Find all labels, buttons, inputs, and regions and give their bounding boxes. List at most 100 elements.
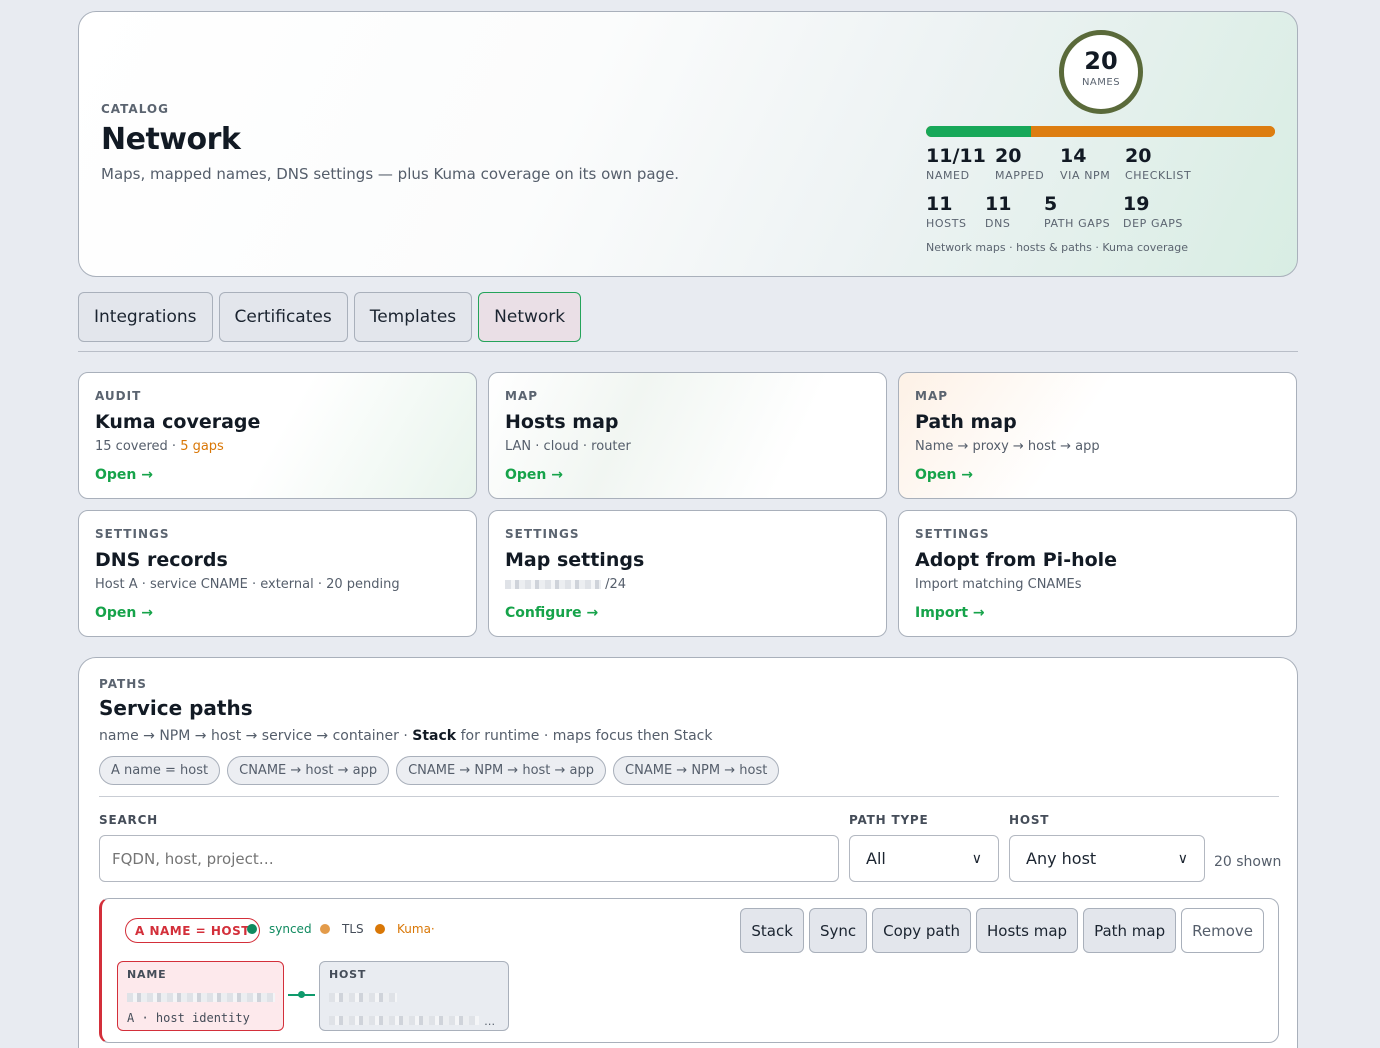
host-filter-label: HOST	[1009, 813, 1050, 827]
chip-a-name-host[interactable]: A name = host	[99, 756, 221, 785]
redacted-address: …	[329, 1010, 499, 1029]
filters-divider	[99, 796, 1279, 797]
node-label: NAME	[127, 968, 167, 981]
host-select[interactable]: Any host ∨	[1009, 835, 1205, 882]
card-title: Path map	[915, 411, 1017, 433]
stat-via-npm: 14 VIA NPM	[1060, 145, 1110, 182]
progress-orange-segment	[1030, 126, 1275, 137]
page-subtitle: Maps, mapped names, DNS settings — plus …	[101, 165, 680, 183]
remove-button[interactable]: Remove	[1181, 908, 1264, 953]
paths-desc-bold: Stack	[412, 728, 457, 744]
redacted-fqdn	[127, 987, 275, 1006]
card-open-link[interactable]: Open →	[915, 467, 973, 483]
paths-desc-pre: name → NPM → host → service → container …	[99, 728, 413, 744]
names-count-ring: 20 NAMES	[1059, 30, 1143, 114]
catalog-header: CATALOG Network Maps, mapped names, DNS …	[78, 11, 1298, 277]
path-row: A NAME = HOST synced TLS Kuma· Stack Syn…	[99, 898, 1279, 1043]
path-type-select[interactable]: All ∨	[849, 835, 999, 882]
header-footer-links: Network maps · hosts & paths · Kuma cove…	[926, 241, 1189, 254]
redacted-text	[329, 993, 397, 1002]
tabs-divider	[78, 351, 1298, 352]
search-label: SEARCH	[99, 813, 159, 827]
card-map-settings[interactable]: SETTINGS Map settings /24 Configure →	[488, 510, 887, 637]
status-label: synced	[269, 922, 312, 936]
stat-label: PATH GAPS	[1044, 217, 1111, 230]
stat-hosts: 11 HOSTS	[926, 193, 967, 230]
stat-label: DNS	[985, 217, 1011, 230]
card-title: DNS records	[95, 549, 228, 571]
stat-checklist: 20 CHECKLIST	[1125, 145, 1191, 182]
search-input[interactable]	[99, 835, 839, 882]
gaps-count-text: 5 gaps	[180, 439, 224, 454]
name-meta: A · host identity	[127, 1011, 250, 1025]
tab-integrations[interactable]: Integrations	[78, 292, 213, 342]
card-eyebrow: MAP	[915, 389, 949, 403]
card-description: 15 covered · 5 gaps	[95, 439, 224, 454]
chip-cname-npm-host[interactable]: CNAME → NPM → host	[613, 756, 780, 785]
redacted-hostname	[329, 987, 499, 1006]
stat-value: 20	[995, 145, 1022, 167]
chip-cname-host-app[interactable]: CNAME → host → app	[227, 756, 390, 785]
chevron-down-icon: ∨	[971, 850, 982, 867]
name-node[interactable]: NAME A · host identity	[117, 961, 284, 1031]
stat-dep-gaps: 19 DEP GAPS	[1123, 193, 1183, 230]
tab-network[interactable]: Network	[478, 292, 582, 342]
card-title: Adopt from Pi-hole	[915, 549, 1118, 571]
stat-label: NAMED	[926, 169, 970, 182]
row-actions: Stack Sync Copy path Hosts map Path map …	[740, 908, 1264, 953]
connector-line	[288, 991, 315, 998]
names-count-label: NAMES	[1081, 77, 1121, 88]
header-eyebrow: CATALOG	[101, 102, 169, 116]
card-open-link[interactable]: Open →	[95, 467, 153, 483]
card-eyebrow: SETTINGS	[915, 527, 990, 541]
chevron-down-icon: ∨	[1177, 850, 1188, 867]
tab-certificates[interactable]: Certificates	[218, 292, 348, 342]
stat-mapped: 20 MAPPED	[995, 145, 1044, 182]
redacted-text	[329, 1016, 479, 1025]
path-type-value: All	[866, 849, 886, 868]
chip-cname-npm-host-app[interactable]: CNAME → NPM → host → app	[396, 756, 607, 785]
card-open-link[interactable]: Open →	[505, 467, 563, 483]
synced-dot-icon	[247, 924, 257, 934]
card-eyebrow: AUDIT	[95, 389, 142, 403]
stat-value: 11/11	[926, 145, 986, 167]
stat-dns: 11 DNS	[985, 193, 1011, 230]
stat-value: 11	[926, 193, 953, 215]
stat-label: MAPPED	[995, 169, 1045, 182]
ellipsis: …	[484, 1015, 496, 1028]
coverage-progress-bar	[926, 126, 1275, 137]
service-paths-panel: PATHS Service paths name → NPM → host → …	[78, 657, 1298, 1048]
names-count-value: 20	[1084, 47, 1118, 75]
paths-eyebrow: PATHS	[99, 677, 147, 691]
stat-label: CHECKLIST	[1125, 169, 1192, 182]
copy-path-button[interactable]: Copy path	[872, 908, 972, 953]
tab-templates[interactable]: Templates	[353, 292, 473, 342]
sync-button[interactable]: Sync	[808, 908, 868, 953]
catalog-tabs: Integrations Certificates Templates Netw…	[78, 292, 582, 342]
stack-button[interactable]: Stack	[740, 908, 804, 953]
card-configure-link[interactable]: Configure →	[505, 605, 598, 621]
card-adopt-pihole[interactable]: SETTINGS Adopt from Pi-hole Import match…	[898, 510, 1297, 637]
card-open-link[interactable]: Open →	[95, 605, 153, 621]
card-description: Name → proxy → host → app	[915, 439, 1100, 454]
results-count: 20 shown	[1214, 854, 1282, 870]
path-map-button[interactable]: Path map	[1083, 908, 1177, 953]
card-import-link[interactable]: Import →	[915, 605, 985, 621]
node-label: HOST	[329, 968, 367, 981]
status-label: TLS	[342, 922, 364, 936]
card-description: Host A · service CNAME · external · 20 p…	[95, 577, 400, 592]
card-path-map[interactable]: MAP Path map Name → proxy → host → app O…	[898, 372, 1297, 499]
kuma-dot-icon	[375, 924, 385, 934]
card-kuma-coverage[interactable]: AUDIT Kuma coverage 15 covered · 5 gaps …	[78, 372, 477, 499]
hosts-map-button[interactable]: Hosts map	[976, 908, 1079, 953]
card-hosts-map[interactable]: MAP Hosts map LAN · cloud · router Open …	[488, 372, 887, 499]
card-dns-records[interactable]: SETTINGS DNS records Host A · service CN…	[78, 510, 477, 637]
tls-dot-icon	[320, 924, 330, 934]
card-description: Import matching CNAMEs	[915, 577, 1082, 592]
host-node[interactable]: HOST …	[319, 961, 509, 1031]
path-type-chips: A name = host CNAME → host → app CNAME →…	[99, 756, 780, 785]
stat-value: 5	[1044, 193, 1058, 215]
card-eyebrow: MAP	[505, 389, 539, 403]
subnet-suffix: /24	[605, 577, 627, 592]
card-title: Hosts map	[505, 411, 619, 433]
